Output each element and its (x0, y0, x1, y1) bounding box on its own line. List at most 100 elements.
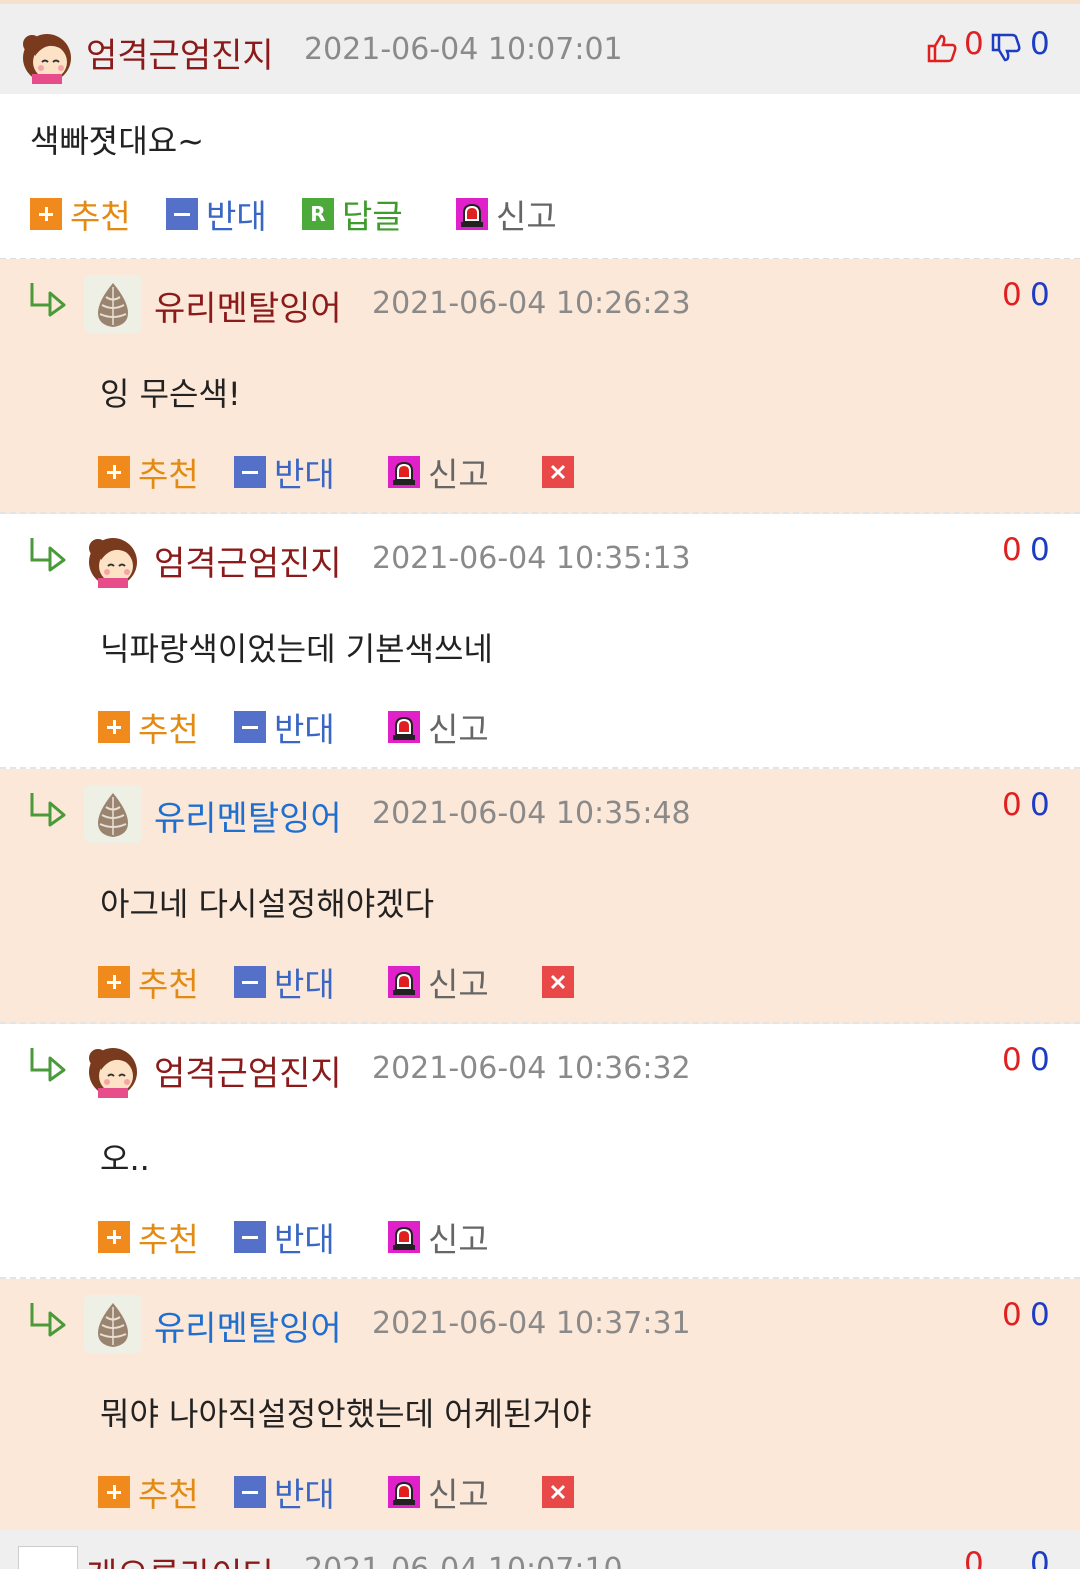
reply-dislike-count: 0 (1030, 1297, 1050, 1333)
next-like-count: 0 (964, 1546, 984, 1569)
recommend-button[interactable]: 추천 (98, 962, 199, 1004)
reply-dislike-count: 0 (1030, 277, 1050, 313)
reply-like-count: 0 (1002, 1042, 1022, 1078)
reply-text: 오.. (100, 1140, 150, 1178)
reply-timestamp: 2021-06-04 10:35:13 (372, 541, 691, 576)
reply-like-count: 0 (1002, 277, 1022, 313)
reply-like-count: 0 (1002, 1297, 1022, 1333)
close-icon (542, 456, 574, 488)
main-comment-text: 색빠졋대요~ (30, 122, 205, 160)
reply-timestamp: 2021-06-04 10:35:48 (372, 796, 691, 831)
pinecone-avatar-icon[interactable] (84, 785, 142, 843)
main-comment-timestamp: 2021-06-04 10:07:01 (304, 32, 623, 67)
reply-arrow-icon (28, 281, 68, 317)
recommend-button[interactable]: 추천 (98, 1472, 199, 1514)
thumbs-up-icon[interactable] (926, 32, 958, 64)
reply-author[interactable]: 엄격근엄진지 (154, 1046, 342, 1095)
main-dislike-count: 0 (1030, 26, 1050, 62)
report-button[interactable]: 신고 (388, 707, 489, 749)
reply-text: 아그네 다시설정해야겠다 (100, 885, 435, 923)
recommend-button[interactable]: 추천 (98, 707, 199, 749)
reply-author[interactable]: 엄격근엄진지 (154, 536, 342, 585)
reply-arrow-icon (28, 1301, 68, 1337)
girl-avatar-icon[interactable] (84, 530, 142, 588)
reply-timestamp: 2021-06-04 10:37:31 (372, 1306, 691, 1341)
reply-timestamp: 2021-06-04 10:26:23 (372, 286, 691, 321)
girl-avatar-icon[interactable] (18, 26, 76, 84)
reply-timestamp: 2021-06-04 10:36:32 (372, 1051, 691, 1086)
oppose-button[interactable]: 반대 (234, 1217, 335, 1259)
plus-icon (98, 1221, 130, 1253)
rider-avatar-icon[interactable] (18, 1546, 78, 1569)
plus-icon (98, 711, 130, 743)
oppose-button[interactable]: 반대 (234, 707, 335, 749)
delete-button[interactable] (542, 452, 582, 492)
delete-button[interactable] (542, 962, 582, 1002)
main-comment-body: 색빠졋대요~ 추천 반대 R 답글 신고 (0, 94, 1080, 260)
plus-icon (98, 456, 130, 488)
oppose-button[interactable]: 반대 (234, 452, 335, 494)
siren-icon (388, 1476, 420, 1508)
oppose-button[interactable]: 반대 (166, 194, 267, 236)
recommend-button[interactable]: 추천 (30, 194, 131, 236)
next-comment-author[interactable]: 게으른라이더 (86, 1548, 274, 1569)
recommend-button[interactable]: 추천 (98, 1217, 199, 1259)
minus-icon (234, 966, 266, 998)
report-button[interactable]: 신고 (388, 452, 489, 494)
reply-dislike-count: 0 (1030, 787, 1050, 823)
siren-icon (388, 966, 420, 998)
minus-icon (234, 1221, 266, 1253)
close-icon (542, 966, 574, 998)
siren-icon (388, 1221, 420, 1253)
main-like-count: 0 (964, 26, 984, 62)
reply-arrow-icon (28, 1046, 68, 1082)
reply-button[interactable]: R 답글 (302, 194, 403, 236)
report-button[interactable]: 신고 (388, 962, 489, 1004)
minus-icon (234, 456, 266, 488)
close-icon (542, 1476, 574, 1508)
reply-author[interactable]: 유리멘탈잉어 (154, 791, 342, 840)
plus-icon (98, 966, 130, 998)
plus-icon (98, 1476, 130, 1508)
siren-icon (456, 198, 488, 230)
reply-arrow-icon (28, 536, 68, 572)
main-comment-author[interactable]: 엄격근엄진지 (86, 28, 274, 77)
reply-author[interactable]: 유리멘탈잉어 (154, 1301, 342, 1350)
next-dislike-count: 0 (1030, 1546, 1050, 1569)
reply-arrow-icon (28, 791, 68, 827)
reply-text: 닉파랑색이었는데 기본색쓰네 (100, 630, 493, 668)
reply-dislike-count: 0 (1030, 1042, 1050, 1078)
reply-r-icon: R (302, 198, 334, 230)
siren-icon (388, 711, 420, 743)
report-button[interactable]: 신고 (456, 194, 557, 236)
reply-like-count: 0 (1002, 787, 1022, 823)
minus-icon (234, 1476, 266, 1508)
reply-author[interactable]: 유리멘탈잉어 (154, 281, 342, 330)
recommend-button[interactable]: 추천 (98, 452, 199, 494)
plus-icon (30, 198, 62, 230)
report-button[interactable]: 신고 (388, 1217, 489, 1259)
next-comment-header: 게으른라이더 2021-06-04 10:07:10 0 0 (0, 1530, 1080, 1569)
reply-comment: 엄격근엄진지 2021-06-04 10:35:13 0 0 닉파랑색이었는데 기본색쓰… (0, 514, 1080, 769)
pinecone-avatar-icon[interactable] (84, 1295, 142, 1353)
reply-comment: 유리멘탈잉어 2021-06-04 10:35:48 0 0 아그네 다시설정해야겠다추… (0, 769, 1080, 1024)
next-comment-timestamp: 2021-06-04 10:07:10 (304, 1552, 623, 1569)
girl-avatar-icon[interactable] (84, 1040, 142, 1098)
report-button[interactable]: 신고 (388, 1472, 489, 1514)
minus-icon (166, 198, 198, 230)
thumbs-down-icon[interactable] (990, 32, 1022, 64)
oppose-button[interactable]: 반대 (234, 962, 335, 1004)
pinecone-avatar-icon[interactable] (84, 275, 142, 333)
minus-icon (234, 711, 266, 743)
main-comment-header: 엄격근엄진지 2021-06-04 10:07:01 0 0 (0, 4, 1080, 94)
delete-button[interactable] (542, 1472, 582, 1512)
reply-dislike-count: 0 (1030, 532, 1050, 568)
reply-comment: 유리멘탈잉어 2021-06-04 10:26:23 0 0 잉 무슨색! 추천 반대 신고 (0, 259, 1080, 514)
reply-like-count: 0 (1002, 532, 1022, 568)
reply-text: 뭐야 나아직설정안했는데 어케된거야 (100, 1395, 592, 1433)
siren-icon (388, 456, 420, 488)
oppose-button[interactable]: 반대 (234, 1472, 335, 1514)
reply-text: 잉 무슨색! (100, 375, 241, 413)
reply-comment: 유리멘탈잉어 2021-06-04 10:37:31 0 0 뭐야 나아직설정안했는데 … (0, 1279, 1080, 1534)
reply-comment: 엄격근엄진지 2021-06-04 10:36:32 0 0 오.. 추천 반대 신고 (0, 1024, 1080, 1279)
